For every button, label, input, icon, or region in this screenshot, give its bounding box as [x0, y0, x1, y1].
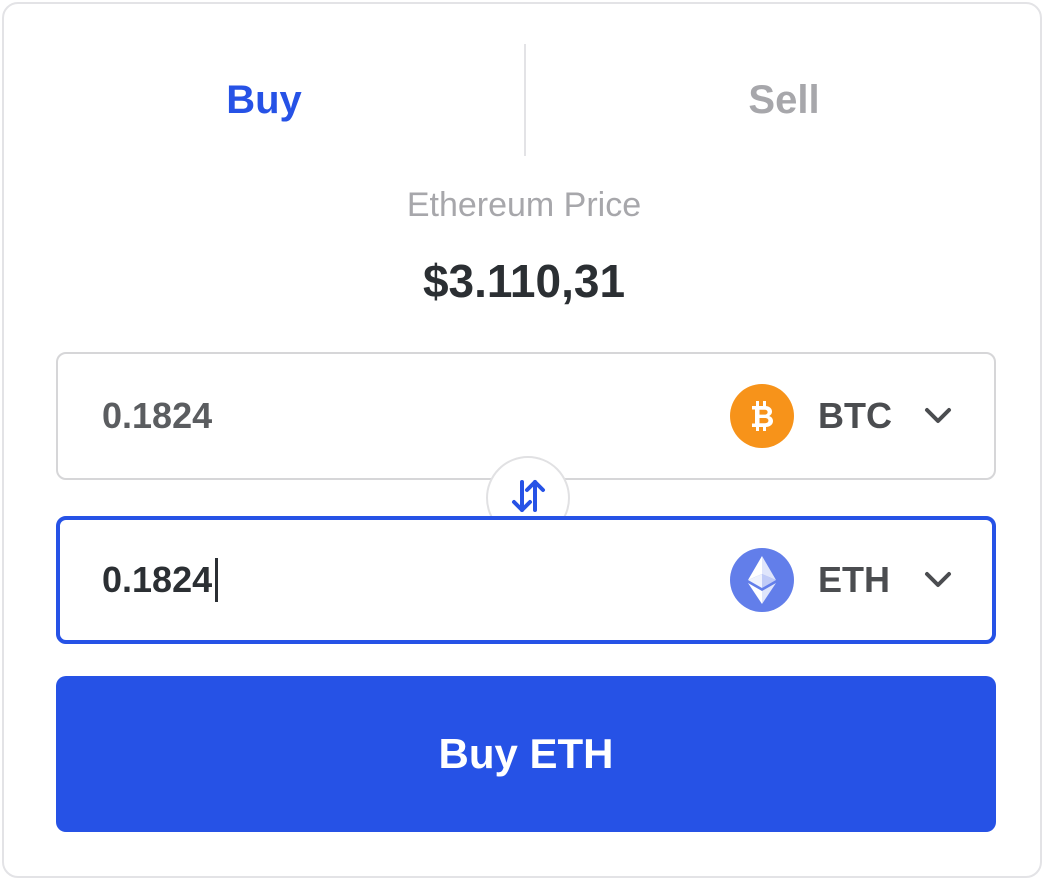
bitcoin-icon: [730, 384, 794, 448]
to-coin-symbol: ETH: [818, 559, 890, 600]
to-coin-select[interactable]: ETH: [730, 520, 958, 640]
ethereum-glyph: [748, 556, 776, 604]
tab-sell[interactable]: Sell: [524, 44, 1044, 156]
tab-buy-label: Buy: [226, 77, 302, 122]
swap-arrows-icon: [508, 476, 548, 521]
chevron-down-icon: [918, 560, 958, 600]
buy-button-label: Buy ETH: [438, 730, 614, 777]
buy-eth-button[interactable]: Buy ETH: [56, 676, 996, 832]
buy-sell-tabs: Buy Sell: [4, 44, 1044, 156]
from-amount-input[interactable]: 0.1824: [102, 354, 212, 478]
to-amount-field[interactable]: 0.1824 ETH: [56, 516, 996, 644]
to-amount-input[interactable]: 0.1824: [102, 520, 219, 640]
from-coin-select[interactable]: BTC: [730, 354, 958, 478]
chevron-down-icon: [918, 396, 958, 436]
price-label: Ethereum Price: [406, 186, 642, 224]
from-coin-symbol: BTC: [818, 395, 892, 436]
tab-sell-label: Sell: [748, 77, 820, 122]
text-cursor: [215, 558, 219, 602]
from-amount-value: 0.1824: [102, 395, 213, 436]
trade-widget: Buy Sell Ethereum Price $3.110,31 0.1824: [2, 2, 1042, 878]
tab-buy[interactable]: Buy: [4, 44, 524, 156]
to-amount-value: 0.1824: [102, 559, 213, 600]
price-value: $3.110,31: [422, 255, 626, 307]
ethereum-icon: [730, 548, 794, 612]
bitcoin-glyph: [752, 401, 773, 431]
